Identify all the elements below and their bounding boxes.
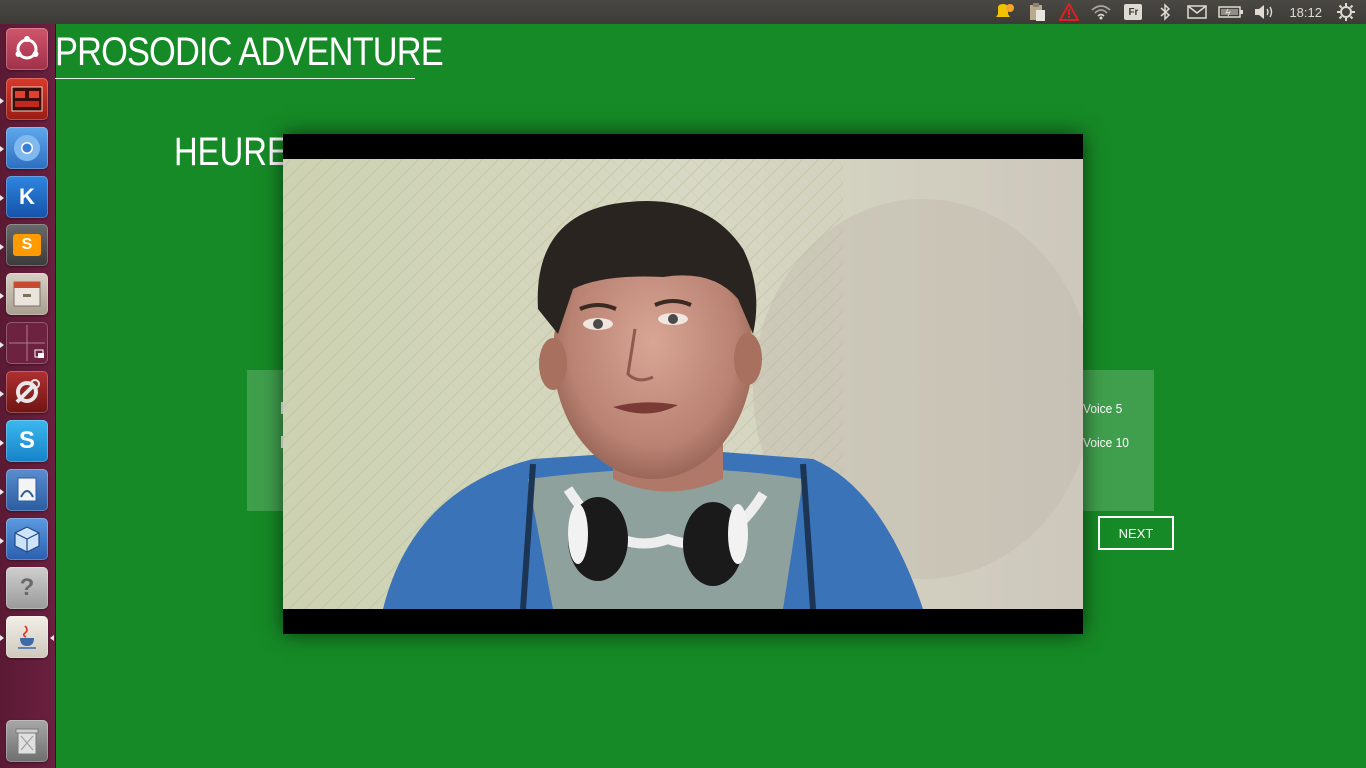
title-underline — [55, 78, 415, 79]
running-indicator — [0, 635, 4, 641]
virtualbox-icon[interactable] — [6, 518, 48, 560]
launcher: K S S ? — [0, 24, 56, 768]
document-viewer-icon[interactable] — [6, 469, 48, 511]
running-indicator — [0, 342, 4, 348]
kile-icon[interactable]: K — [6, 176, 48, 218]
indicator-area: Fr 18:12 — [989, 0, 1362, 24]
skype-icon[interactable]: S — [6, 420, 48, 462]
clock[interactable]: 18:12 — [1281, 0, 1330, 24]
sublime-glyph: S — [13, 234, 41, 256]
running-indicator — [0, 293, 4, 299]
app-title: PROSODIC ADVENTURE — [55, 30, 444, 74]
video-player[interactable] — [283, 134, 1083, 634]
volume-icon[interactable] — [1249, 0, 1281, 24]
running-indicator — [0, 146, 4, 152]
skype-glyph: S — [18, 427, 35, 454]
help-icon[interactable]: ? — [6, 567, 48, 609]
voice-option-5[interactable]: Voice 5 — [1083, 401, 1122, 416]
keyboard-layout-label: Fr — [1124, 4, 1143, 20]
running-indicator — [0, 391, 4, 397]
battery-icon[interactable] — [1213, 0, 1249, 24]
system-gear-icon[interactable] — [1330, 0, 1362, 24]
kile-glyph: K — [19, 184, 35, 209]
ubuntu-dash-icon[interactable] — [6, 28, 48, 70]
notification-bell-icon[interactable] — [989, 0, 1021, 24]
mail-icon[interactable] — [1181, 0, 1213, 24]
system-settings-icon[interactable] — [6, 371, 48, 413]
voice-option-10[interactable]: Voice 10 — [1083, 435, 1129, 450]
clipboard-icon[interactable] — [1021, 0, 1053, 24]
running-indicator — [0, 440, 4, 446]
keyboard-layout-icon[interactable]: Fr — [1117, 0, 1149, 24]
running-indicator — [0, 489, 4, 495]
video-frame-image — [283, 159, 1083, 609]
bluetooth-icon[interactable] — [1149, 0, 1181, 24]
sublime-text-icon[interactable]: S — [6, 224, 48, 266]
movie-editor-icon[interactable] — [6, 78, 48, 120]
running-indicator — [0, 244, 4, 250]
wifi-icon[interactable] — [1085, 0, 1117, 24]
running-indicator — [0, 538, 4, 544]
trash-icon[interactable] — [6, 720, 48, 762]
warning-icon[interactable] — [1053, 0, 1085, 24]
chromium-icon[interactable] — [6, 127, 48, 169]
next-button[interactable]: NEXT — [1098, 516, 1174, 550]
running-indicator — [0, 98, 4, 104]
focused-indicator — [50, 635, 54, 641]
workspace-switcher-icon[interactable] — [6, 322, 48, 364]
running-indicator — [0, 195, 4, 201]
top-panel: Fr 18:12 — [0, 0, 1366, 24]
java-icon[interactable] — [6, 616, 48, 658]
file-cabinet-icon[interactable] — [6, 273, 48, 315]
help-glyph: ? — [19, 574, 35, 601]
